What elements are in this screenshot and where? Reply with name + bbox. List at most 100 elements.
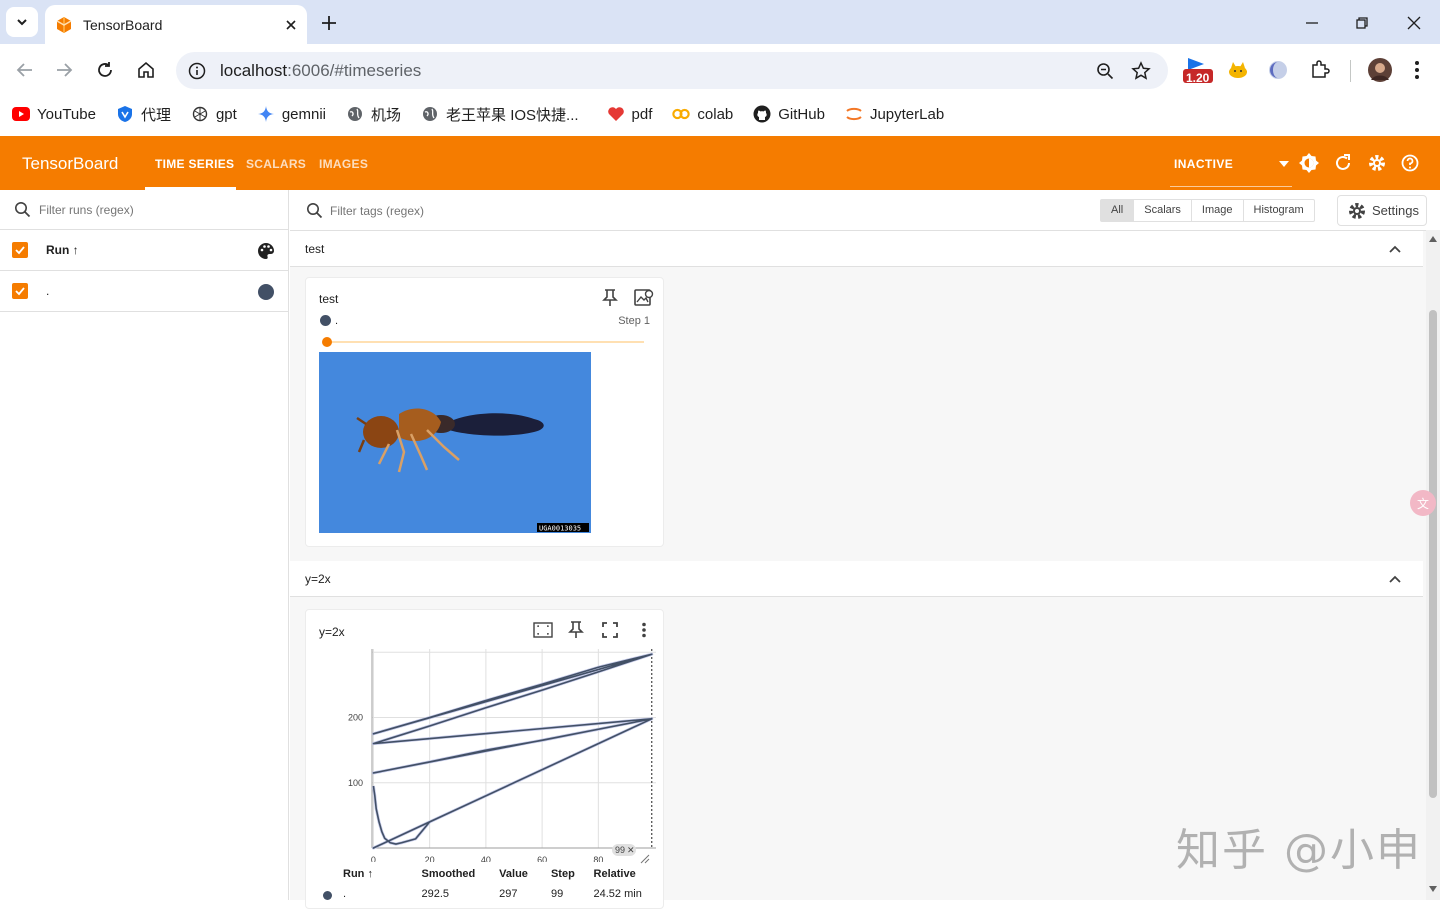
tab-search-button[interactable] bbox=[6, 7, 38, 37]
main-scrollbar[interactable] bbox=[1426, 230, 1440, 900]
bookmark-pdf[interactable]: pdf bbox=[607, 105, 653, 123]
scroll-down-arrow-icon[interactable] bbox=[1429, 886, 1437, 892]
address-bar[interactable]: localhost:6006/#timeseries bbox=[176, 52, 1168, 89]
bookmark-jupyterlab[interactable]: JupyterLab bbox=[845, 105, 944, 123]
type-image-button[interactable]: Image bbox=[1192, 200, 1244, 221]
globe-icon bbox=[421, 105, 439, 123]
scalar-line-chart[interactable]: 0 20 40 60 80 100 200 bbox=[326, 644, 658, 862]
runs-table-header: Run ↑ bbox=[0, 230, 288, 271]
series-smoothed-line bbox=[372, 653, 653, 849]
bookmark-gpt[interactable]: gpt bbox=[191, 105, 237, 123]
forward-button[interactable] bbox=[50, 56, 78, 84]
url-path: :6006/#timeseries bbox=[287, 60, 422, 80]
ant-specimen-image: UGA0013035 bbox=[319, 352, 591, 533]
group-header-y2x[interactable]: y=2x bbox=[290, 561, 1423, 597]
back-button[interactable] bbox=[11, 56, 39, 84]
group-name: y=2x bbox=[305, 571, 331, 586]
bookmark-ios-shortcuts[interactable]: 老王苹果 IOS快捷... bbox=[421, 104, 579, 125]
cat-extension-button[interactable] bbox=[1224, 56, 1252, 84]
more-vert-icon[interactable] bbox=[633, 619, 655, 641]
tab-images[interactable]: IMAGES bbox=[319, 157, 368, 171]
minimize-button[interactable] bbox=[1297, 8, 1327, 38]
profile-avatar[interactable] bbox=[1366, 56, 1394, 84]
step-slider-track[interactable] bbox=[326, 341, 644, 343]
resize-handle-icon[interactable] bbox=[640, 854, 650, 864]
pin-icon[interactable] bbox=[565, 619, 587, 641]
x-tick-label: 20 bbox=[425, 855, 435, 862]
bookmark-youtube[interactable]: YouTube bbox=[12, 105, 96, 123]
gear-icon bbox=[1349, 202, 1365, 219]
bookmarks-bar: YouTube 代理 gpt gemnii 机场 老王苹果 IOS快捷... p… bbox=[0, 96, 1440, 132]
fit-domain-icon[interactable] bbox=[532, 619, 554, 641]
scroll-thumb[interactable] bbox=[1429, 310, 1437, 798]
filter-tags-input[interactable]: Filter tags (regex) bbox=[306, 202, 424, 219]
cat-icon bbox=[1229, 62, 1247, 78]
card-title: y=2x bbox=[319, 625, 345, 639]
bookmark-colab[interactable]: colab bbox=[672, 105, 733, 123]
y-tick-label: 100 bbox=[348, 778, 363, 788]
clear-marker-icon[interactable]: ✕ bbox=[627, 845, 635, 855]
refresh-icon[interactable] bbox=[1333, 153, 1353, 173]
moon-icon bbox=[1269, 61, 1287, 79]
plugin-status-select[interactable]: INACTIVE bbox=[1174, 157, 1233, 171]
new-tab-button[interactable] bbox=[316, 10, 342, 36]
bookmark-airport[interactable]: 机场 bbox=[346, 104, 401, 125]
collapse-chevron-icon[interactable] bbox=[1387, 571, 1403, 587]
col-run[interactable]: Run ↑ bbox=[319, 868, 398, 884]
filter-runs-input[interactable]: Filter runs (regex) bbox=[0, 190, 288, 230]
image-adjust-icon[interactable] bbox=[633, 287, 655, 309]
type-scalars-button[interactable]: Scalars bbox=[1134, 200, 1192, 221]
group-header-test[interactable]: test bbox=[290, 231, 1423, 267]
search-icon bbox=[307, 203, 323, 219]
type-all-button[interactable]: All bbox=[1101, 200, 1135, 221]
step-marker-chip[interactable]: 99 ✕ bbox=[612, 844, 636, 856]
type-histogram-button[interactable]: Histogram bbox=[1244, 200, 1314, 221]
run-color-swatch[interactable] bbox=[257, 283, 275, 301]
more-vert-icon bbox=[1415, 61, 1419, 79]
collapse-chevron-icon[interactable] bbox=[1387, 241, 1403, 257]
heart-icon bbox=[607, 105, 625, 123]
card-run-name: . bbox=[335, 315, 339, 327]
restore-button[interactable] bbox=[1347, 8, 1377, 38]
browser-tab-tensorboard[interactable]: TensorBoard bbox=[45, 5, 307, 44]
extensions-button[interactable] bbox=[1306, 56, 1334, 84]
scroll-up-arrow-icon[interactable] bbox=[1429, 236, 1437, 242]
tensorboard-brand[interactable]: TensorBoard bbox=[22, 154, 118, 174]
bookmark-star-icon[interactable] bbox=[1130, 60, 1152, 82]
browser-menu-button[interactable] bbox=[1403, 56, 1431, 84]
moon-extension-button[interactable] bbox=[1264, 56, 1292, 84]
step-slider-thumb[interactable] bbox=[322, 337, 332, 347]
bookmark-label: GitHub bbox=[778, 105, 825, 123]
bookmark-github[interactable]: GitHub bbox=[753, 105, 825, 123]
extension-badge-text: 1.20 bbox=[1186, 71, 1210, 85]
palette-icon[interactable] bbox=[257, 242, 275, 260]
reload-button[interactable] bbox=[91, 56, 119, 84]
settings-button[interactable]: Settings bbox=[1337, 195, 1427, 226]
dropdown-arrow-icon[interactable] bbox=[1279, 161, 1289, 167]
run-row[interactable]: . bbox=[0, 271, 288, 312]
run-column-header[interactable]: Run ↑ bbox=[46, 243, 79, 257]
tab-time-series[interactable]: TIME SERIES bbox=[155, 157, 234, 171]
minimize-icon bbox=[1306, 22, 1318, 24]
select-all-checkbox[interactable] bbox=[12, 242, 28, 258]
site-info-icon[interactable] bbox=[188, 62, 206, 80]
fullscreen-icon[interactable] bbox=[599, 619, 621, 641]
video-extension-button[interactable]: 1.20 bbox=[1182, 56, 1214, 85]
bookmark-label: pdf bbox=[631, 105, 653, 123]
zoom-icon[interactable] bbox=[1094, 60, 1116, 82]
bookmark-label: gemnii bbox=[281, 105, 327, 123]
home-button[interactable] bbox=[132, 56, 160, 84]
url-text[interactable]: localhost:6006/#timeseries bbox=[220, 61, 421, 81]
tab-scalars[interactable]: SCALARS bbox=[246, 157, 306, 171]
close-window-button[interactable] bbox=[1399, 8, 1429, 38]
settings-gear-icon[interactable] bbox=[1367, 153, 1387, 173]
translate-extension-icon[interactable]: 文 bbox=[1410, 490, 1436, 516]
help-icon[interactable] bbox=[1400, 153, 1420, 173]
bookmark-proxy[interactable]: 代理 bbox=[116, 104, 171, 125]
dark-mode-icon[interactable] bbox=[1299, 153, 1319, 173]
run-checkbox[interactable] bbox=[12, 283, 28, 299]
bookmark-gemini[interactable]: gemnii bbox=[257, 105, 326, 123]
tag-filter-bar: Filter tags (regex) All Scalars Image Hi… bbox=[290, 190, 1427, 231]
pin-icon[interactable] bbox=[599, 287, 621, 309]
close-tab-icon[interactable] bbox=[285, 19, 297, 31]
